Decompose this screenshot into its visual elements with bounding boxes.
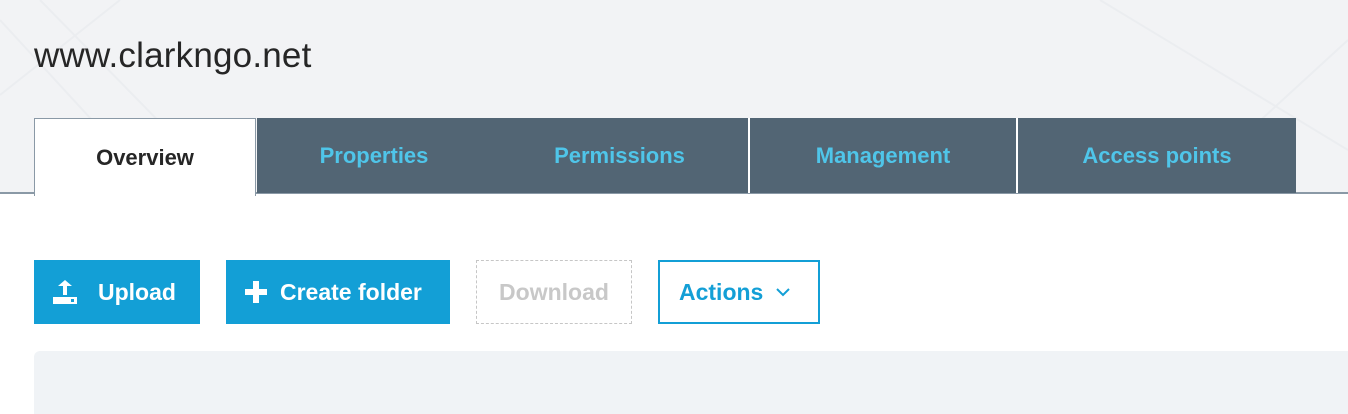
chevron-down-icon [775, 287, 791, 297]
tab-label: Overview [96, 144, 194, 170]
tab-management[interactable]: Management [750, 118, 1016, 193]
download-button[interactable]: Download [476, 260, 632, 324]
create-folder-button[interactable]: Create folder [226, 260, 450, 324]
upload-icon [50, 279, 80, 305]
plus-icon [244, 281, 268, 303]
actions-dropdown-button[interactable]: Actions [658, 260, 820, 324]
objects-panel [34, 351, 1348, 414]
tab-access-points[interactable]: Access points [1018, 118, 1296, 193]
tab-label: Properties [319, 142, 429, 168]
upload-button[interactable]: Upload [34, 260, 200, 324]
upload-label: Upload [98, 278, 176, 305]
create-folder-label: Create folder [280, 278, 422, 305]
tab-properties[interactable]: Properties [257, 118, 491, 193]
tab-label: Access points [1082, 142, 1232, 168]
page-title: www.clarkngo.net [34, 36, 312, 75]
download-label: Download [499, 278, 609, 305]
tab-label: Permissions [554, 142, 685, 168]
tab-label: Management [815, 142, 951, 168]
tab-overview[interactable]: Overview [34, 118, 256, 196]
tab-divider [1016, 118, 1018, 193]
tab-permissions[interactable]: Permissions [491, 118, 748, 193]
actions-label: Actions [679, 278, 764, 305]
tab-divider [748, 118, 750, 193]
